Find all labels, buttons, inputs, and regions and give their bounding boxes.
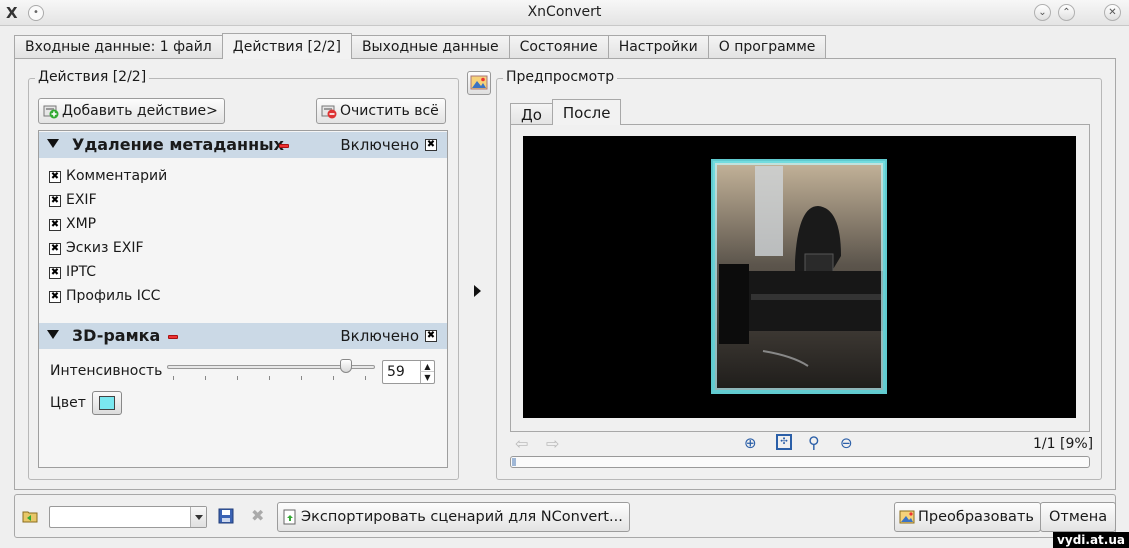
intensity-value: 59 — [387, 364, 405, 380]
title-bar: X • XnConvert ⌄ ⌃ ✕ — [0, 0, 1129, 26]
actions-group-title: Действия [2/2] — [35, 69, 150, 85]
window-title: XnConvert — [527, 4, 602, 20]
tab-status[interactable]: Состояние — [508, 35, 609, 59]
slider-thumb[interactable] — [340, 359, 352, 373]
watermark: vydi.at.ua — [1053, 532, 1129, 548]
checkbox[interactable]: ✖ — [49, 171, 61, 183]
export-script-icon — [282, 509, 298, 525]
preview-photo — [711, 159, 887, 394]
clear-all-button[interactable]: Очистить всё — [316, 98, 446, 124]
convert-label: Преобразовать — [918, 509, 1034, 525]
preview-toggle-button[interactable] — [467, 71, 491, 95]
intensity-slider[interactable] — [167, 358, 375, 382]
intensity-spinbox[interactable]: 59 ▲ ▼ — [382, 360, 435, 384]
tab-settings[interactable]: Настройки — [607, 35, 709, 59]
color-label: Цвет — [50, 395, 86, 411]
collapse-arrow-icon[interactable] — [47, 330, 59, 339]
spin-up-icon[interactable]: ▲ — [420, 361, 434, 372]
item-label: Профиль ICC — [66, 288, 161, 304]
clear-all-label: Очистить всё — [340, 103, 439, 119]
tab-output[interactable]: Выходные данные — [350, 35, 510, 59]
collapse-arrow-icon[interactable] — [47, 139, 59, 148]
zoom-actual-icon[interactable]: ⚲ — [808, 433, 820, 452]
item-label: EXIF — [66, 192, 97, 208]
frame-section-title: 3D-рамка — [72, 326, 161, 345]
slider-tick — [237, 376, 238, 380]
metadata-enabled-label: Включено — [340, 136, 419, 154]
delete-icon[interactable]: ✖ — [251, 506, 264, 525]
slider-tick — [365, 376, 366, 380]
item-label: XMP — [66, 216, 97, 232]
image-icon — [470, 75, 488, 90]
export-nconvert-button[interactable]: Экспортировать сценарий для NConvert... — [277, 502, 630, 532]
next-arrow-icon[interactable]: ⇨ — [546, 434, 559, 453]
checkbox[interactable]: ✖ — [49, 219, 61, 231]
script-combo[interactable] — [49, 506, 207, 528]
zoom-in-icon[interactable]: ⊕ — [744, 434, 757, 452]
spin-down-icon[interactable]: ▼ — [420, 372, 434, 383]
slider-tick — [301, 376, 302, 380]
minimize-icon[interactable]: ⌄ — [1034, 4, 1051, 21]
frame-enabled-label: Включено — [340, 327, 419, 345]
color-picker-button[interactable] — [92, 391, 122, 415]
checkbox[interactable]: ✖ — [49, 267, 61, 279]
prev-arrow-icon[interactable]: ⇦ — [515, 434, 528, 453]
preview-canvas[interactable] — [523, 136, 1076, 418]
cancel-label: Отмена — [1049, 509, 1108, 525]
intensity-label: Интенсивность — [50, 363, 163, 379]
clear-all-icon — [321, 103, 337, 119]
preview-tabs: До После — [510, 99, 622, 126]
cancel-button[interactable]: Отмена — [1040, 502, 1117, 532]
item-label: Комментарий — [66, 168, 168, 184]
checkbox[interactable]: ✖ — [49, 291, 61, 303]
export-nconvert-label: Экспортировать сценарий для NConvert... — [301, 509, 623, 525]
add-action-label: Добавить действие> — [62, 103, 218, 119]
slider-tick — [205, 376, 206, 380]
tab-input[interactable]: Входные данные: 1 файл — [14, 35, 223, 59]
tab-about[interactable]: О программе — [707, 35, 827, 59]
color-swatch — [99, 396, 115, 410]
remove-action-icon[interactable] — [279, 144, 289, 148]
tab-before[interactable]: До — [510, 103, 553, 126]
close-icon[interactable]: ✕ — [1104, 4, 1121, 21]
metadata-section-title: Удаление метаданных — [72, 135, 284, 154]
fit-to-window-icon[interactable]: ✣ — [776, 434, 792, 450]
main-tabs: Входные данные: 1 файл Действия [2/2] Вы… — [14, 33, 827, 59]
tab-actions[interactable]: Действия [2/2] — [221, 33, 352, 59]
add-action-button[interactable]: Добавить действие> — [38, 98, 225, 124]
remove-action-icon[interactable] — [168, 335, 178, 339]
maximize-icon[interactable]: ⌃ — [1058, 4, 1075, 21]
tab-after[interactable]: После — [551, 99, 622, 125]
checkbox[interactable]: ✖ — [49, 195, 61, 207]
preview-group-title: Предпросмотр — [503, 69, 618, 85]
actions-list: Удаление метаданных Включено ✖ ✖ Коммент… — [38, 130, 448, 468]
save-icon[interactable] — [218, 508, 234, 528]
convert-icon — [899, 509, 915, 525]
scrollbar-thumb[interactable] — [512, 458, 516, 466]
slider-tick — [269, 376, 270, 380]
chevron-down-icon[interactable] — [190, 507, 206, 527]
convert-button[interactable]: Преобразовать — [894, 502, 1041, 532]
slider-tick — [173, 376, 174, 380]
metadata-enabled-checkbox[interactable]: ✖ — [425, 139, 437, 151]
zoom-out-icon[interactable]: ⊖ — [840, 434, 853, 452]
item-label: IPTC — [66, 264, 97, 280]
frame-section-header[interactable]: 3D-рамка Включено ✖ — [39, 323, 447, 349]
expand-arrow-icon[interactable] — [474, 285, 481, 297]
metadata-section-header[interactable]: Удаление метаданных Включено ✖ — [39, 132, 447, 158]
slider-tick — [333, 376, 334, 380]
frame-enabled-checkbox[interactable]: ✖ — [425, 330, 437, 342]
open-folder-icon[interactable] — [22, 508, 38, 528]
add-action-icon — [43, 103, 59, 119]
preview-scrollbar[interactable] — [510, 456, 1090, 468]
page-info: 1/1 [9%] — [1033, 436, 1094, 452]
item-label: Эскиз EXIF — [66, 240, 144, 256]
checkbox[interactable]: ✖ — [49, 243, 61, 255]
